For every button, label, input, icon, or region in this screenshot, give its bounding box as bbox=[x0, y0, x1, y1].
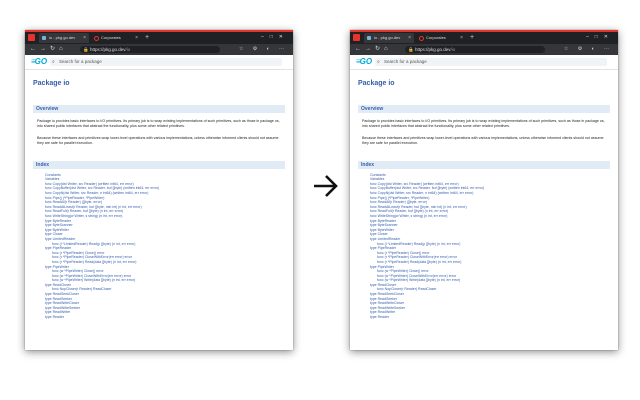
back-icon[interactable]: ← bbox=[355, 46, 365, 52]
toolbar-icons[interactable]: ☆ ⚙ ◐ ⋯ bbox=[564, 44, 613, 55]
nav-buttons[interactable]: ←→↻⌂ bbox=[30, 44, 67, 55]
nav-bar: ←→↻⌂ 🔒 https://pkg.go.dev/io ☆ ⚙ ◐ ⋯ bbox=[25, 44, 293, 55]
overview-heading[interactable]: Overview bbox=[33, 105, 285, 113]
lock-icon: 🔒 bbox=[83, 47, 89, 52]
overview-paragraph: Package io provides basic interfaces to … bbox=[37, 119, 280, 129]
toolbar-icons[interactable]: ☆ ⚙ ◐ ⋯ bbox=[239, 44, 288, 55]
overview-paragraph: Package io provides basic interfaces to … bbox=[362, 119, 605, 129]
go-logo[interactable]: ≡GO bbox=[31, 57, 47, 67]
browser-menu-icon[interactable] bbox=[353, 34, 360, 41]
lock-icon: 🔒 bbox=[408, 47, 414, 52]
url-host: https://pkg.go.dev bbox=[415, 47, 451, 52]
window-controls[interactable]: –□✕ bbox=[261, 32, 289, 43]
search-icon: ⌕ bbox=[52, 59, 55, 65]
nav-buttons[interactable]: ←→↻⌂ bbox=[355, 44, 392, 55]
tab-corporates[interactable]: Corporates × bbox=[416, 33, 466, 43]
favicon-icon bbox=[94, 36, 99, 41]
site-header: ≡GO ⌕ Search for a package bbox=[25, 55, 293, 70]
tab-label: io - pkg.go.dev bbox=[374, 35, 401, 40]
tab-bar: io - pkg.go.dev × Corporates × + –□✕ bbox=[25, 30, 293, 44]
nav-bar: ←→↻⌂ 🔒 https://pkg.go.dev/io ☆ ⚙ ◐ ⋯ bbox=[350, 44, 618, 55]
index-heading[interactable]: Index bbox=[358, 160, 610, 169]
address-bar[interactable]: 🔒 https://pkg.go.dev/io bbox=[80, 46, 220, 53]
tab-corporates[interactable]: Corporates × bbox=[91, 33, 141, 43]
tab-label: Corporates bbox=[426, 35, 446, 40]
page-content: Package io Overview Package io provides … bbox=[350, 80, 618, 320]
tab-label: Corporates bbox=[101, 35, 121, 40]
tab-bar: io - pkg.go.dev × Corporates × + –□✕ bbox=[350, 30, 618, 44]
new-tab-icon[interactable]: + bbox=[470, 32, 474, 43]
tab-io[interactable]: io - pkg.go.dev × bbox=[39, 33, 89, 43]
search-placeholder: Search for a package bbox=[384, 59, 427, 64]
index-link[interactable]: type Reader bbox=[45, 315, 285, 320]
tab-io[interactable]: io - pkg.go.dev × bbox=[364, 33, 414, 43]
favicon-icon bbox=[419, 36, 424, 41]
reload-icon[interactable]: ↻ bbox=[50, 46, 59, 52]
close-tab-icon[interactable]: × bbox=[83, 33, 86, 43]
page-title: Package io bbox=[33, 80, 70, 87]
new-tab-icon[interactable]: + bbox=[145, 32, 149, 43]
index-heading[interactable]: Index bbox=[33, 160, 285, 169]
close-tab-icon[interactable]: × bbox=[135, 33, 138, 43]
browser-window-before: io - pkg.go.dev × Corporates × + –□✕ ←→↻… bbox=[25, 30, 293, 350]
search-input[interactable]: ⌕ Search for a package bbox=[50, 58, 282, 66]
url-host: https://pkg.go.dev bbox=[90, 47, 126, 52]
favicon-icon bbox=[42, 36, 46, 40]
close-tab-icon[interactable]: × bbox=[460, 33, 463, 43]
search-input[interactable]: ⌕ Search for a package bbox=[375, 58, 607, 66]
site-header: ≡GO ⌕ Search for a package bbox=[350, 55, 618, 70]
go-logo[interactable]: ≡GO bbox=[356, 57, 372, 67]
browser-window-after: io - pkg.go.dev × Corporates × + –□✕ ←→↻… bbox=[350, 30, 618, 350]
window-controls[interactable]: –□✕ bbox=[586, 32, 614, 43]
index-list: Constants Variables func Copy(dst Writer, … bbox=[45, 173, 285, 320]
url-path: /io bbox=[450, 47, 456, 52]
back-icon[interactable]: ← bbox=[30, 46, 40, 52]
home-icon[interactable]: ⌂ bbox=[384, 46, 392, 52]
page-content: Package io Overview Package io provides … bbox=[25, 80, 293, 320]
index-link[interactable]: type Reader bbox=[370, 315, 610, 320]
reload-icon[interactable]: ↻ bbox=[375, 46, 384, 52]
search-icon: ⌕ bbox=[377, 59, 380, 65]
address-bar[interactable]: 🔒 https://pkg.go.dev/io bbox=[405, 46, 545, 53]
search-placeholder: Search for a package bbox=[59, 59, 102, 64]
tab-label: io - pkg.go.dev bbox=[49, 35, 76, 40]
page-title: Package io bbox=[358, 80, 395, 87]
url-path: /io bbox=[125, 47, 131, 52]
favicon-icon bbox=[367, 36, 371, 40]
home-icon[interactable]: ⌂ bbox=[59, 46, 67, 52]
forward-icon[interactable]: → bbox=[365, 46, 375, 52]
forward-icon[interactable]: → bbox=[40, 46, 50, 52]
arrow-right-icon bbox=[314, 175, 338, 197]
close-tab-icon[interactable]: × bbox=[408, 33, 411, 43]
index-list: Constants Variables func Copy(dst Writer, … bbox=[370, 173, 610, 320]
overview-paragraph: Because these interfaces and primitives … bbox=[37, 135, 279, 146]
overview-paragraph: Because these interfaces and primitives … bbox=[362, 135, 604, 146]
browser-menu-icon[interactable] bbox=[28, 34, 35, 41]
overview-heading[interactable]: Overview bbox=[358, 105, 610, 113]
